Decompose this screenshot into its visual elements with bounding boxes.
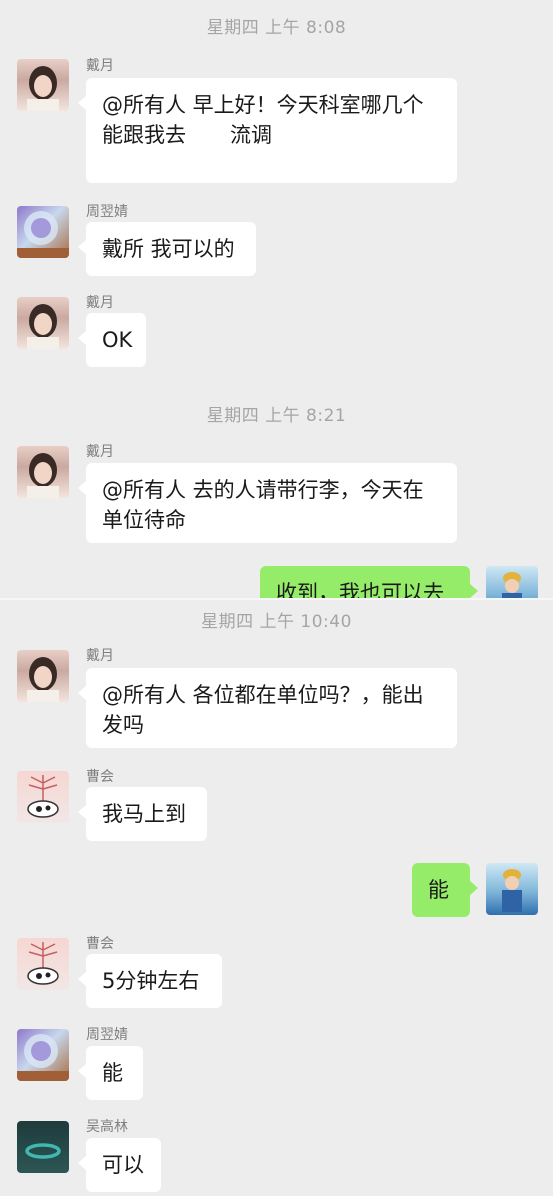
message-text: 戴所 我可以的 bbox=[102, 237, 235, 261]
person-icon bbox=[27, 304, 59, 349]
avatar-me[interactable] bbox=[486, 566, 538, 598]
message-bubble[interactable]: 戴所 我可以的 bbox=[78, 222, 256, 276]
person-icon bbox=[27, 66, 59, 111]
message-text: @所有人 去的人请带行李，今天在 bbox=[102, 478, 424, 502]
message-bubble[interactable]: @所有人 各位都在单位吗？，能出 发吗 bbox=[78, 668, 457, 748]
child-icon bbox=[502, 869, 522, 912]
chat-panel-2: 星期四 上午 10:40 戴月 @所有人 各位都在单位吗？，能出 发吗 曹会 我… bbox=[0, 598, 553, 1196]
message-bubble[interactable]: 我马上到 bbox=[78, 787, 207, 841]
message-bubble[interactable]: @所有人 去的人请带行李，今天在 单位待命 bbox=[78, 463, 457, 543]
sender-name: 吴高林 bbox=[86, 1119, 128, 1135]
message-text: 能 bbox=[102, 1061, 123, 1085]
timestamp: 星期四 上午 10:40 bbox=[201, 612, 352, 632]
avatar-cao-hui[interactable] bbox=[17, 771, 69, 823]
sender-name: 周翌婧 bbox=[86, 1027, 128, 1043]
message-text: @所有人 各位都在单位吗？，能出 bbox=[102, 683, 424, 707]
sender-name: 周翌婧 bbox=[86, 204, 128, 220]
cat-icon bbox=[27, 775, 59, 818]
message-bubble[interactable]: 能 bbox=[78, 1046, 143, 1100]
message-text: 单位待命 bbox=[102, 508, 186, 532]
sender-name: 戴月 bbox=[86, 58, 114, 74]
message-text: 收到，我也可以去 bbox=[276, 581, 444, 598]
message-bubble-outgoing[interactable]: 能 bbox=[412, 863, 478, 917]
message-text: 我马上到 bbox=[102, 802, 186, 826]
child-icon bbox=[502, 572, 522, 598]
message-bubble[interactable]: 5分钟左右 bbox=[78, 954, 222, 1008]
cat-icon bbox=[27, 942, 59, 985]
sender-name: 曹会 bbox=[86, 769, 114, 785]
sender-name: 戴月 bbox=[86, 648, 114, 664]
message-text: @所有人 早上好！今天科室哪几个 bbox=[102, 93, 424, 117]
message-bubble[interactable]: OK bbox=[78, 313, 146, 367]
avatar-dai-yue[interactable] bbox=[17, 650, 69, 702]
message-bubble[interactable]: @所有人 早上好！今天科室哪几个 能跟我去 流调 bbox=[78, 78, 457, 183]
person-icon bbox=[27, 453, 59, 498]
sender-name: 戴月 bbox=[86, 295, 114, 311]
message-text: 能 bbox=[428, 878, 449, 902]
message-text: 5分钟左右 bbox=[102, 969, 200, 993]
message-text: 可以 bbox=[102, 1153, 144, 1177]
message-text: 发吗 bbox=[102, 713, 144, 737]
avatar-zhou-yijing[interactable] bbox=[17, 1029, 69, 1081]
chat-panel-1: 星期四 上午 8:08 戴月 @所有人 早上好！今天科室哪几个 能跟我去 流调 周… bbox=[0, 0, 553, 598]
avatar-me[interactable] bbox=[486, 863, 538, 915]
sender-name: 曹会 bbox=[86, 936, 114, 952]
avatar-wu-gaolin[interactable] bbox=[17, 1121, 69, 1173]
person-icon bbox=[27, 657, 59, 702]
avatar-zhou-yijing[interactable] bbox=[17, 206, 69, 258]
avatar-dai-yue[interactable] bbox=[17, 59, 69, 111]
sender-name: 戴月 bbox=[86, 444, 114, 460]
message-text: 能跟我去 流调 bbox=[102, 123, 272, 147]
message-bubble-outgoing[interactable]: 收到，我也可以去 bbox=[260, 566, 478, 598]
message-bubble[interactable]: 可以 bbox=[78, 1138, 161, 1192]
avatar-dai-yue[interactable] bbox=[17, 297, 69, 349]
message-text: OK bbox=[102, 328, 133, 352]
balloon-icon bbox=[17, 211, 69, 258]
timestamp: 星期四 上午 8:08 bbox=[206, 18, 347, 38]
avatar-cao-hui[interactable] bbox=[17, 938, 69, 990]
balloon-icon bbox=[17, 1034, 69, 1081]
timestamp: 星期四 上午 8:21 bbox=[206, 406, 347, 426]
avatar-dai-yue[interactable] bbox=[17, 446, 69, 498]
bracelet-icon bbox=[25, 1143, 61, 1159]
